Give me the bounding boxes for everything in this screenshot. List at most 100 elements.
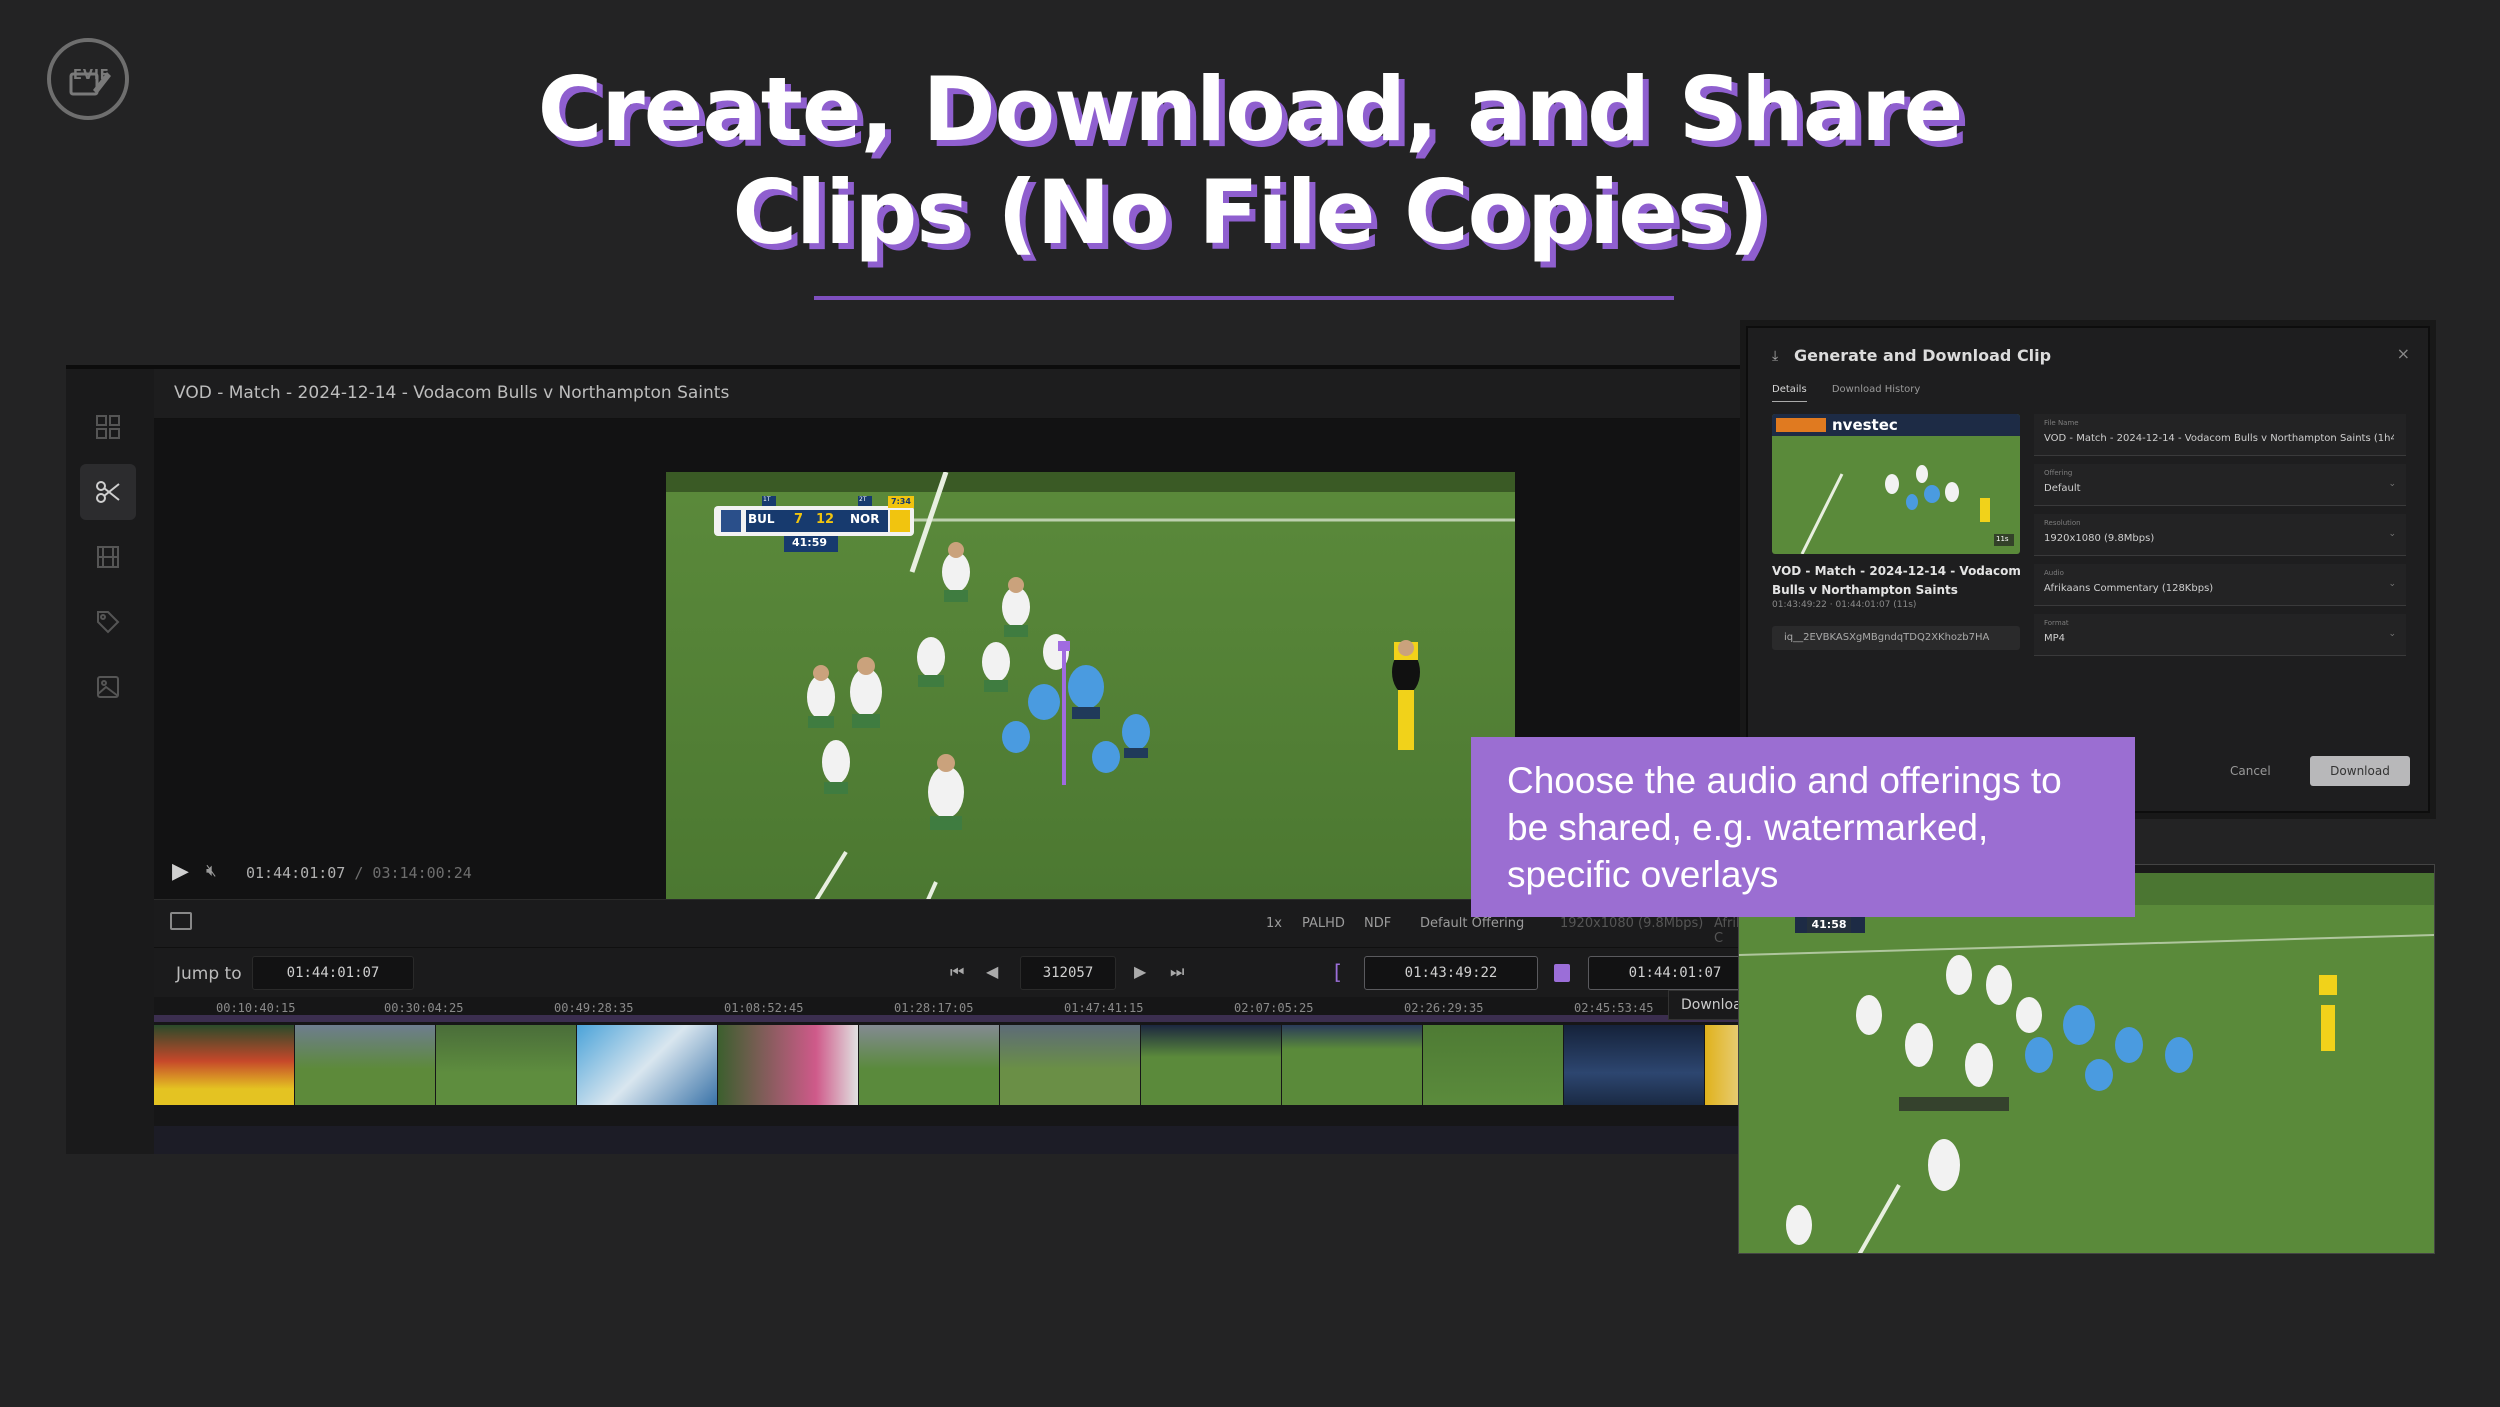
jump-to-input[interactable]: 01:44:01:07 [252, 956, 414, 990]
timeline-thumbnail[interactable] [436, 1025, 576, 1105]
skip-back-icon[interactable]: ⏮ [950, 962, 964, 982]
clip-id-field[interactable]: iq__2EVBKASXgMBgndqTDQ2XKhozb7HA [1772, 626, 2020, 650]
away-tag: 2T [859, 496, 867, 503]
slide: EVIE Create, Download, and Share Clips (… [0, 0, 2500, 1407]
mute-icon[interactable]: 🔇︎ [206, 861, 217, 881]
ruler-label: 01:08:52:45 [724, 1001, 804, 1015]
timeline-thumbnail[interactable] [1564, 1025, 1704, 1105]
cancel-button[interactable]: Cancel [2230, 764, 2271, 778]
audio-select[interactable]: Audio Afrikaans Commentary (128Kbps) ⌄ [2034, 564, 2406, 606]
timecode-current: 01:44:01:07 [246, 864, 346, 882]
download-button[interactable]: Download [2310, 756, 2410, 786]
match-clock: 41:59 [792, 536, 828, 549]
callout-text: Choose the audio and offerings to be sha… [1507, 760, 2062, 895]
timeline-thumbnail[interactable] [295, 1025, 435, 1105]
thumbnail-strip[interactable] [154, 1025, 1846, 1105]
ruler-label: 02:26:29:35 [1404, 1001, 1484, 1015]
scissors-icon[interactable] [80, 464, 136, 520]
editor-sidebar [66, 369, 154, 1154]
headline-divider [814, 296, 1674, 300]
jump-to-label: Jump to [176, 964, 242, 984]
timeline-controls: Jump to 01:44:01:07 ⏮ ◀ 312057 ▶ ⏭ [ 01:… [154, 947, 1784, 997]
timeline-track [154, 1015, 1740, 1022]
chevron-down-icon: ⌄ [2388, 529, 2396, 539]
shared-clip-preview[interactable]: 41:58 [1738, 864, 2435, 1254]
tag-icon[interactable] [80, 594, 136, 650]
chevron-down-icon: ⌄ [2388, 579, 2396, 589]
clip-marker-icon[interactable] [1554, 964, 1570, 982]
score-home-team: BUL [748, 512, 775, 526]
field-label: Offering [2044, 469, 2073, 477]
video-format: PALHD [1302, 916, 1345, 931]
close-icon[interactable]: × [2397, 344, 2410, 363]
playback-speed[interactable]: 1x [1266, 916, 1282, 931]
current-timecode: 01:44:01:07 / 03:14:00:24 [246, 864, 472, 882]
duration-badge: 11s [1996, 535, 2009, 543]
home-tag: 1T [763, 496, 771, 503]
drop-frame-mode: NDF [1364, 916, 1392, 931]
offering-select[interactable]: Offering Default ⌄ [2034, 464, 2406, 506]
timeline-thumbnail[interactable] [1141, 1025, 1281, 1105]
timeline-ruler[interactable]: 00:10:40:15 00:30:04:25 00:49:28:35 01:0… [154, 997, 1845, 1105]
dialog-tabs: Details Download History [1772, 384, 1942, 402]
out-point-input[interactable]: 01:44:01:07 [1588, 956, 1762, 990]
resolution-select[interactable]: Resolution 1920x1080 (9.8Mbps) ⌄ [2034, 514, 2406, 556]
evie-logo: EVIE [47, 38, 129, 120]
timeline-thumbnail[interactable] [718, 1025, 858, 1105]
field-label: File Name [2044, 419, 2079, 427]
timeline-thumbnail[interactable] [1282, 1025, 1422, 1105]
format-select[interactable]: Format MP4 ⌄ [2034, 614, 2406, 656]
playhead[interactable] [1062, 645, 1066, 785]
timeline-thumbnail[interactable] [1000, 1025, 1140, 1105]
grid-icon[interactable] [80, 399, 136, 455]
headline-line-2: Clips (No File Copies) [732, 161, 1768, 264]
ruler-label: 00:30:04:25 [384, 1001, 464, 1015]
timeline-thumbnail[interactable] [577, 1025, 717, 1105]
frame-number-input[interactable]: 312057 [1020, 956, 1116, 990]
score-away-team: NOR [850, 512, 880, 526]
ruler-label: 02:07:05:25 [1234, 1001, 1314, 1015]
ruler-label: 02:45:53:45 [1574, 1001, 1654, 1015]
headline-line-1: Create, Download, and Share [537, 58, 1964, 161]
sponsor-text: nvestec [1832, 416, 1898, 434]
film-icon[interactable] [80, 529, 136, 585]
score-home: 7 [794, 512, 804, 527]
timeline-ticks [154, 1126, 1740, 1154]
field-value: VOD - Match - 2024-12-14 - Vodacom Bulls… [2044, 433, 2394, 444]
download-icon: ⤓ [1772, 348, 1779, 364]
frame-back-icon[interactable]: ◀ [986, 962, 998, 981]
in-point-bracket-icon[interactable]: [ [1334, 960, 1342, 984]
file-name-field[interactable]: File Name VOD - Match - 2024-12-14 - Vod… [2034, 414, 2406, 456]
ruler-label: 01:28:17:05 [894, 1001, 974, 1015]
field-label: Resolution [2044, 519, 2081, 527]
ruler-label: 01:47:41:15 [1064, 1001, 1144, 1015]
offering-select[interactable]: Default Offering [1420, 916, 1524, 931]
playhead-handle[interactable] [1058, 641, 1070, 651]
image-icon[interactable] [80, 659, 136, 715]
tab-download-history[interactable]: Download History [1832, 384, 1920, 401]
preview-clock: 41:58 [1807, 917, 1851, 933]
video-frame: BUL 7 12 NOR 41:59 1T 2T 7:34 [666, 472, 1515, 949]
field-value: MP4 [2044, 633, 2066, 644]
frame-forward-icon[interactable]: ▶ [1134, 962, 1146, 981]
video-title: VOD - Match - 2024-12-14 - Vodacom Bulls… [174, 383, 730, 403]
tab-details[interactable]: Details [1772, 384, 1807, 402]
download-tooltip: Download [1668, 990, 1748, 1020]
in-point-input[interactable]: 01:43:49:22 [1364, 956, 1538, 990]
skip-forward-icon[interactable]: ⏭ [1170, 962, 1184, 982]
play-button[interactable]: ▶ [172, 859, 189, 884]
field-label: Audio [2044, 569, 2064, 577]
timeline-thumbnail[interactable] [1423, 1025, 1563, 1105]
clip-meta: 01:43:49:22 · 01:44:01:07 (11s) [1772, 600, 1917, 610]
timeline-thumbnail[interactable] [154, 1025, 294, 1105]
captions-icon[interactable] [170, 912, 192, 930]
ruler-label: 00:49:28:35 [554, 1001, 634, 1015]
timecode-total: / 03:14:00:24 [345, 864, 472, 882]
resolution-select[interactable]: 1920x1080 (9.8Mbps) [1560, 916, 1703, 931]
field-label: Format [2044, 619, 2069, 627]
timeline-thumbnail[interactable] [859, 1025, 999, 1105]
edit-pen-icon [69, 72, 111, 96]
score-away: 12 [816, 512, 835, 527]
field-value: Default [2044, 483, 2081, 494]
clip-thumbnail: nvestec 11s [1772, 414, 2020, 554]
